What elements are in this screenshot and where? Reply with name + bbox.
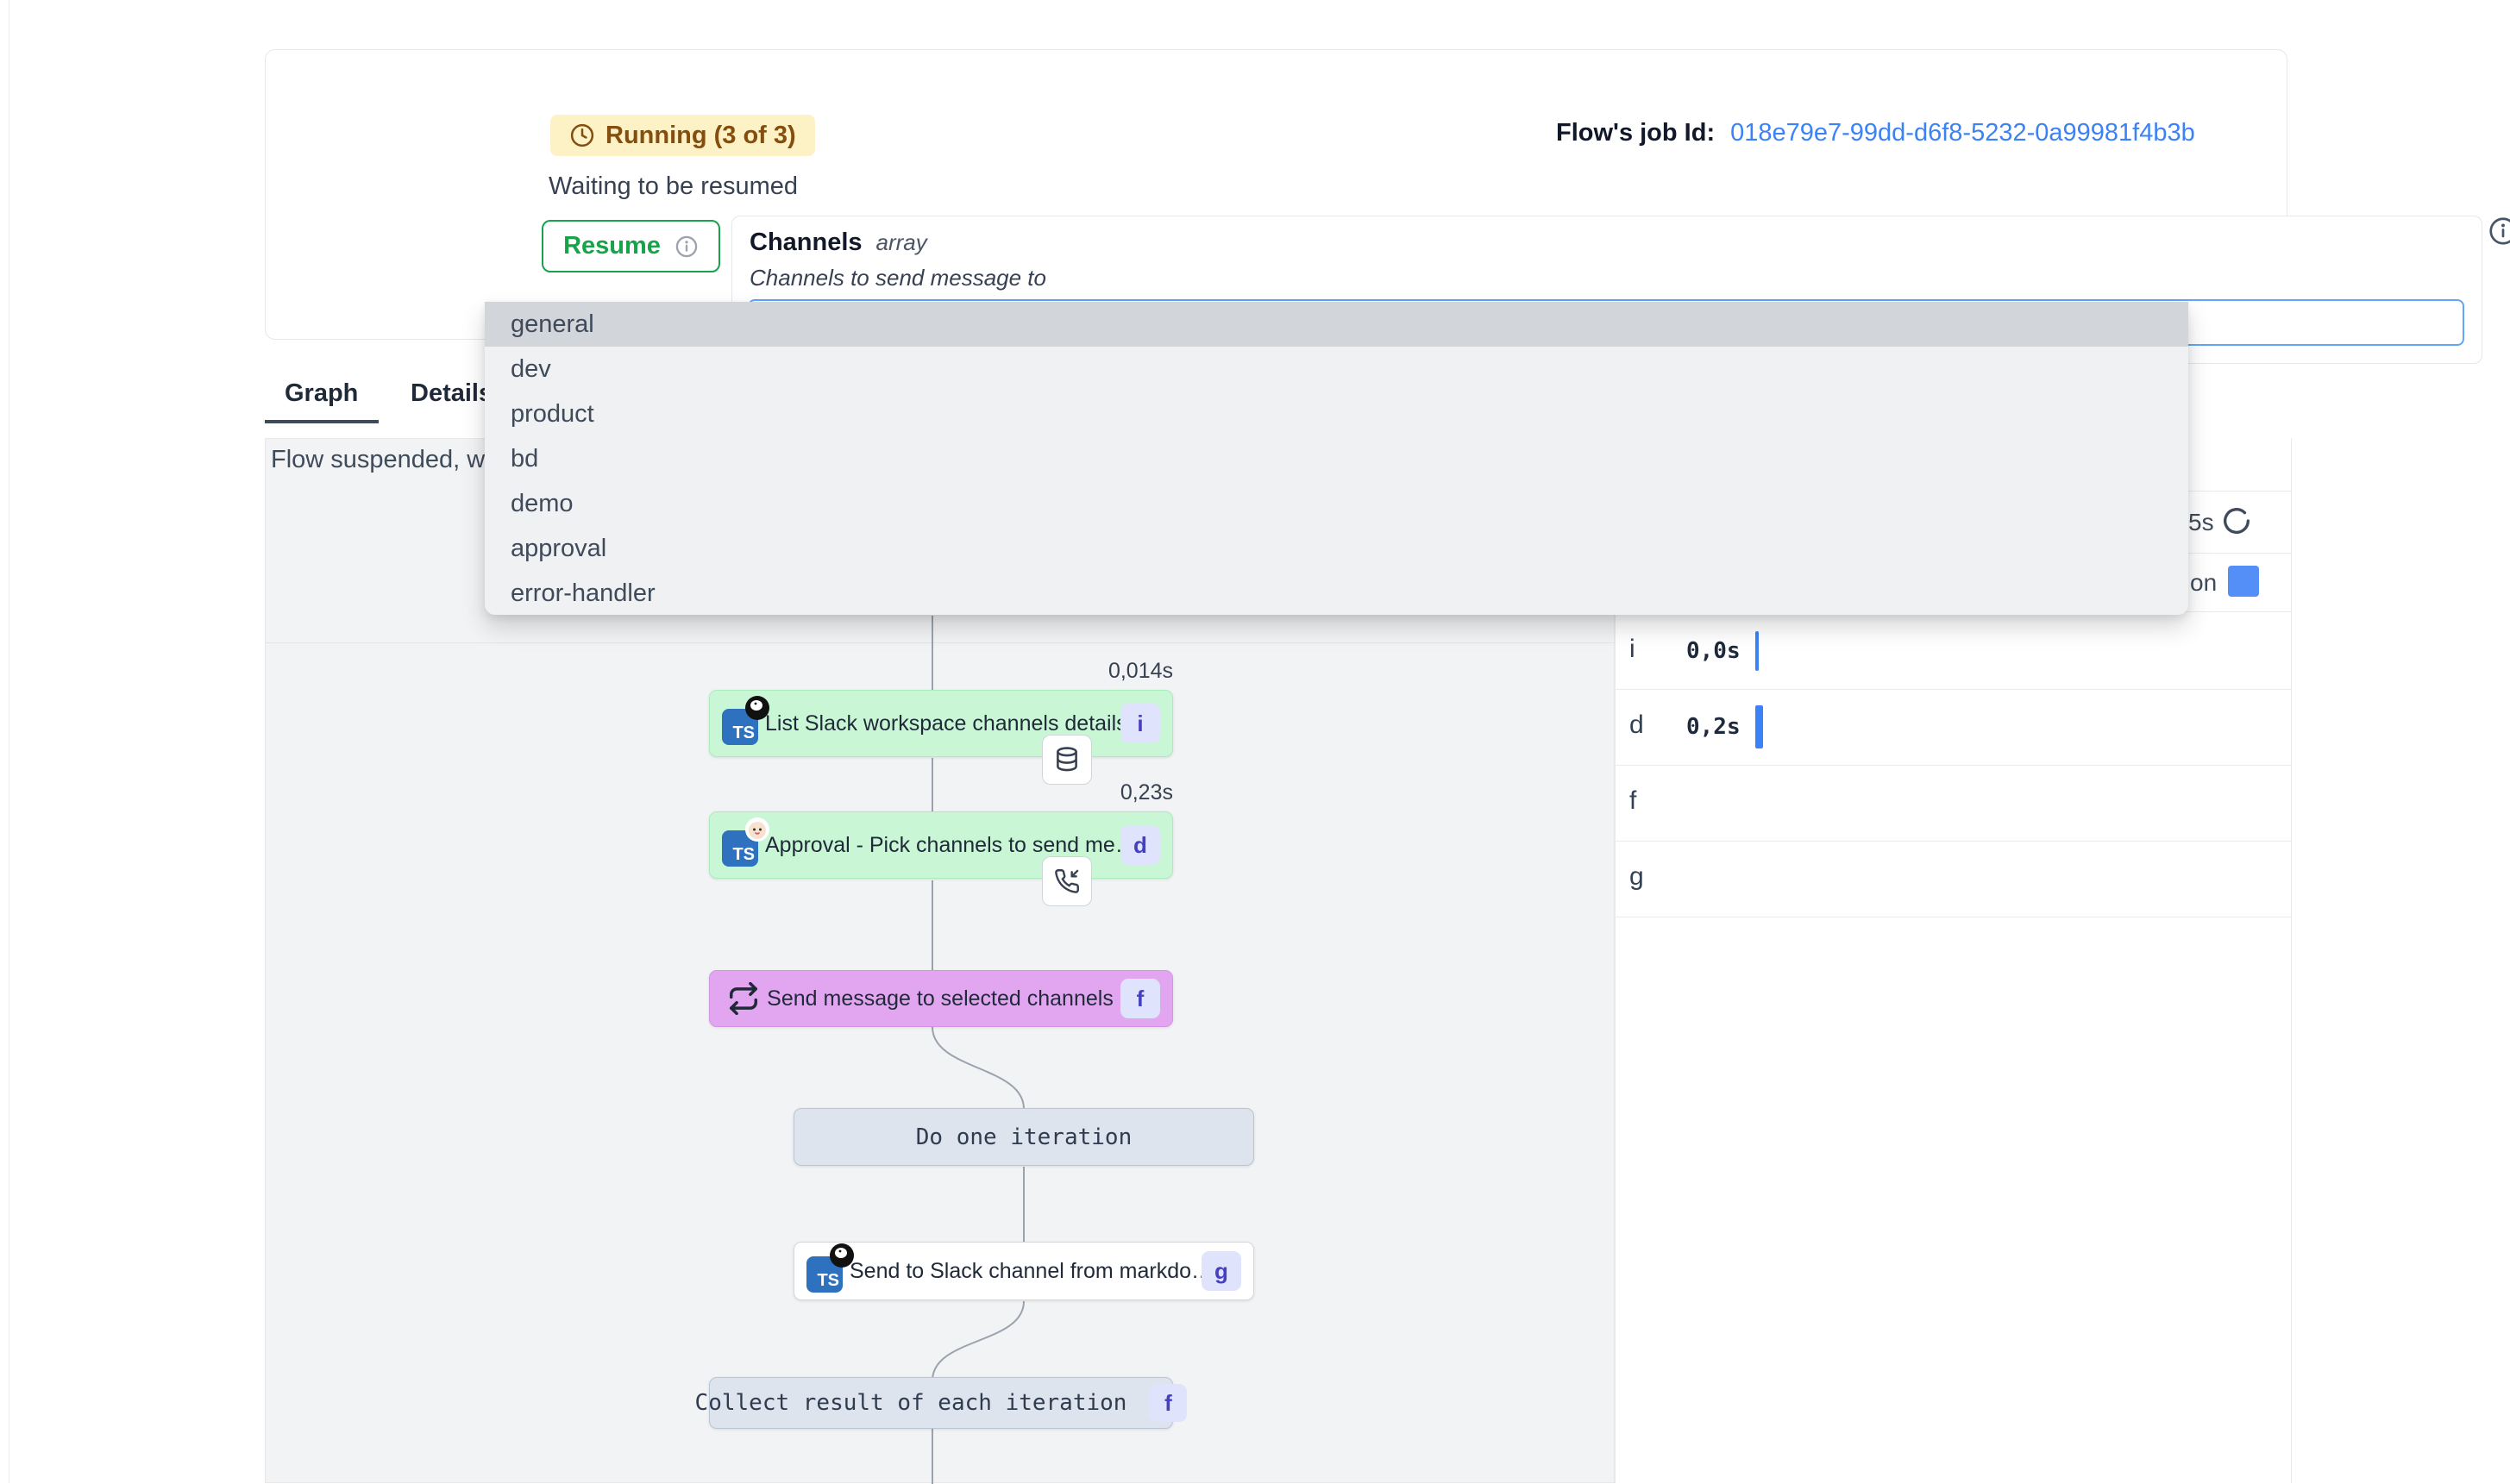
timeline-step-id: g: [1629, 862, 1644, 892]
typescript-deno-icon: TS: [806, 1249, 850, 1293]
timeline-execution-bar: [1755, 705, 1763, 748]
flow-node-collect-result[interactable]: Collect result of each iteration f: [709, 1377, 1173, 1429]
dropdown-option-general[interactable]: general: [485, 302, 2188, 347]
flow-node-approval-pick-channels[interactable]: TS Approval - Pick channels to send me… …: [709, 811, 1173, 879]
timeline-row[interactable]: d 0,2s: [1616, 690, 2291, 766]
form-info-icon[interactable]: [2488, 216, 2510, 247]
waiting-text: Waiting to be resumed: [549, 172, 798, 201]
dropdown-option-dev[interactable]: dev: [485, 347, 2188, 391]
node-label: Send message to selected channels: [760, 986, 1120, 1011]
timeline-step-id: f: [1629, 786, 1636, 816]
node-duration: 0,23s: [1001, 780, 1173, 805]
job-id-row: Flow's job Id: 018e79e7-99dd-d6f8-5232-0…: [1556, 119, 2195, 147]
dropdown-option-approval[interactable]: approval: [485, 526, 2188, 571]
node-step-badge: d: [1120, 825, 1160, 865]
cached-result-icon[interactable]: [1042, 735, 1092, 785]
field-header: Channels array: [750, 229, 927, 257]
tab-graph[interactable]: Graph: [285, 379, 358, 408]
timeline-step-id: i: [1629, 635, 1635, 664]
typescript-deno-icon: TS: [722, 702, 765, 745]
timeline-step-id: d: [1629, 711, 1644, 740]
node-step-badge: f: [1120, 979, 1160, 1018]
status-badge: Running (3 of 3): [550, 115, 815, 156]
status-text: Running (3 of 3): [606, 122, 796, 150]
dropdown-option-demo[interactable]: demo: [485, 481, 2188, 526]
typescript-bun-icon: TS: [722, 823, 765, 867]
bun-logo-icon: [744, 817, 770, 842]
dropdown-option-product[interactable]: product: [485, 391, 2188, 436]
node-step-badge: f: [1149, 1384, 1187, 1422]
flow-node-forloop-send-message[interactable]: Send message to selected channels f: [709, 970, 1173, 1027]
timeline-execution-bar: [1755, 631, 1759, 671]
refresh-icon[interactable]: [2219, 504, 2254, 538]
dropdown-option-bd[interactable]: bd: [485, 436, 2188, 481]
legend-execution-swatch: [2228, 566, 2259, 597]
node-label: Collect result of each iteration: [695, 1390, 1127, 1416]
node-duration: 0,014s: [1001, 659, 1173, 684]
field-type: array: [876, 229, 927, 256]
node-label: Do one iteration: [916, 1124, 1132, 1150]
resume-button-label: Resume: [563, 232, 661, 260]
timeline-row[interactable]: f: [1616, 766, 2291, 842]
flow-node-do-one-iteration[interactable]: Do one iteration: [794, 1108, 1254, 1166]
suspend-approval-icon[interactable]: [1042, 856, 1092, 906]
deno-logo-icon: [829, 1243, 855, 1268]
status-card: Running (3 of 3) Flow's job Id: 018e79e7…: [265, 49, 2287, 340]
node-label: Approval - Pick channels to send me…: [765, 833, 1120, 858]
node-step-badge: g: [1202, 1251, 1241, 1291]
job-id-link[interactable]: 018e79e7-99dd-d6f8-5232-0a99981f4b3b: [1730, 119, 2195, 147]
node-label: List Slack workspace channels details: [765, 711, 1120, 736]
flow-node-list-slack-channels[interactable]: TS List Slack workspace channels details…: [709, 690, 1173, 757]
info-icon: [675, 235, 699, 259]
timeline-step-duration: 0,2s: [1686, 714, 1741, 740]
dropdown-option-error-handler[interactable]: error-handler: [485, 571, 2188, 615]
field-description: Channels to send message to: [750, 265, 1046, 291]
deno-logo-icon: [744, 695, 770, 721]
timeline-step-duration: 0,0s: [1686, 638, 1741, 664]
loop-icon: [727, 982, 760, 1015]
clock-icon: [569, 122, 595, 148]
legend-execution-text: on: [2190, 569, 2217, 597]
timeline-row[interactable]: i 0,0s: [1616, 612, 2291, 690]
channels-suggestions-dropdown: general dev product bd demo approval err…: [485, 302, 2188, 615]
job-id-label: Flow's job Id:: [1556, 119, 1715, 147]
flow-node-send-to-slack-channel[interactable]: TS Send to Slack channel from markdo… g: [794, 1242, 1254, 1300]
active-tab-underline: [265, 420, 379, 423]
node-label: Send to Slack channel from markdo…: [850, 1259, 1202, 1284]
resume-button[interactable]: Resume: [542, 220, 720, 272]
timeline-row[interactable]: g: [1616, 842, 2291, 917]
refresh-interval-text: 5s: [2188, 509, 2214, 536]
node-step-badge: i: [1120, 704, 1160, 743]
field-label: Channels: [750, 229, 863, 257]
tab-details[interactable]: Details: [411, 379, 493, 408]
